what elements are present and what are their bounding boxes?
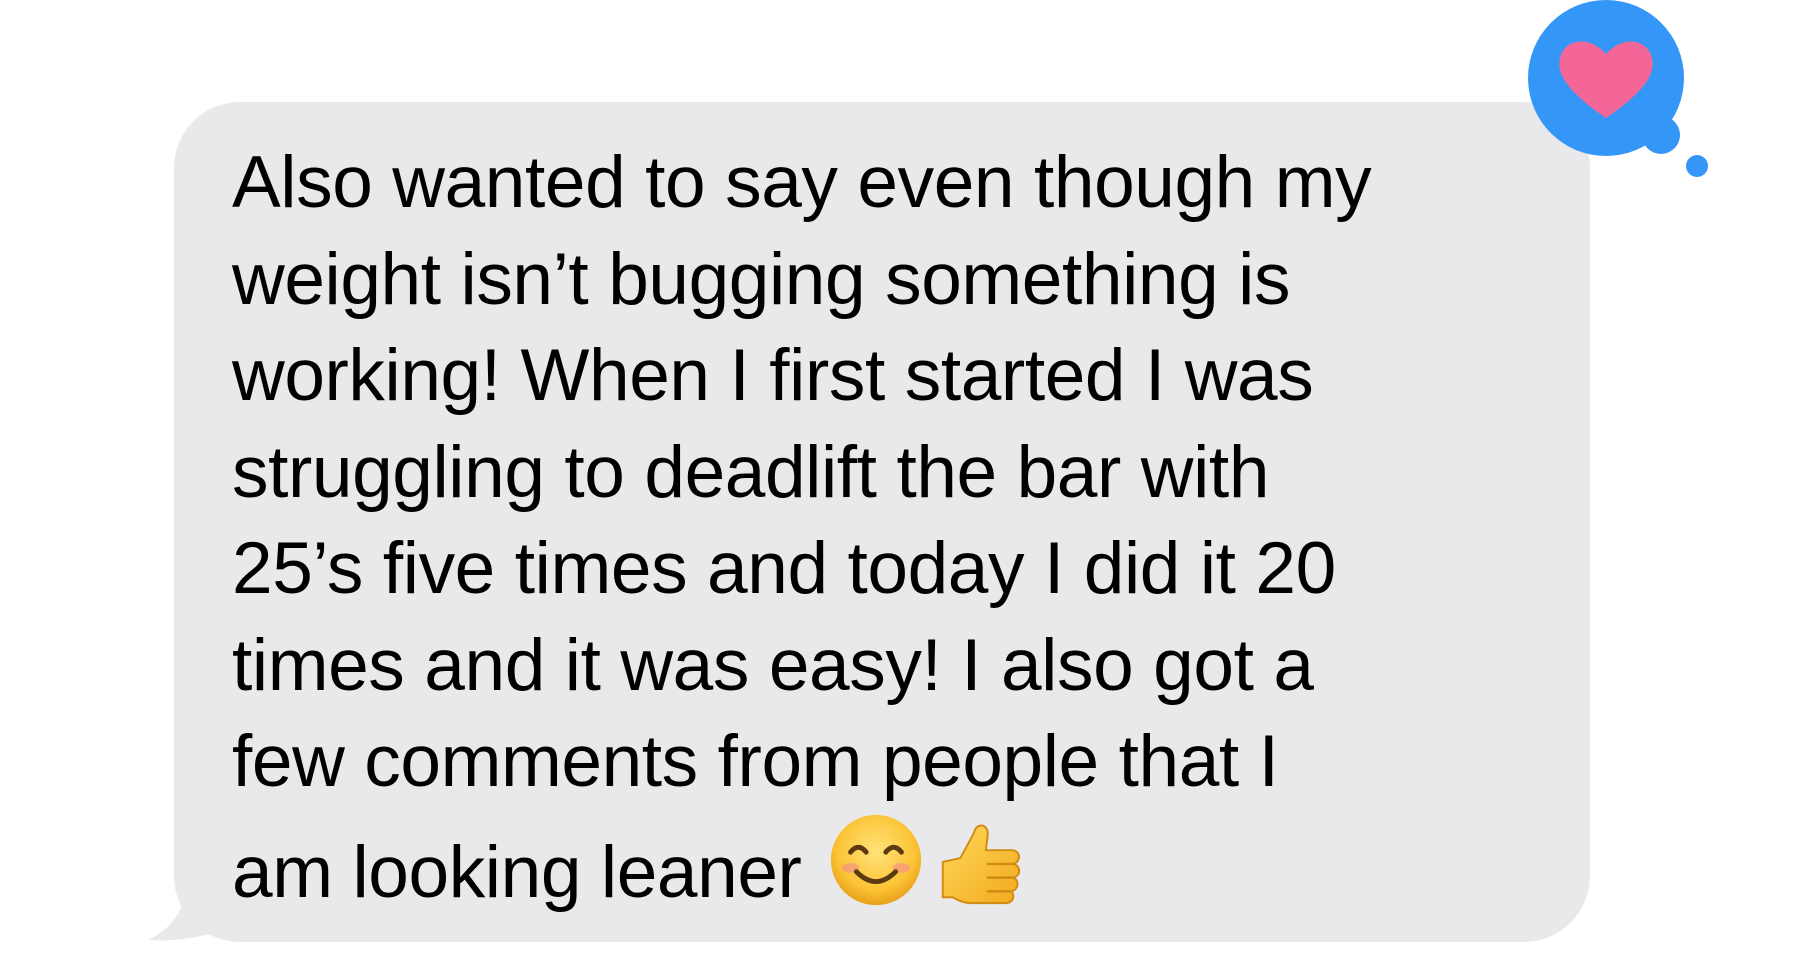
thumbs-up-icon [942, 823, 1021, 904]
message-text: Also wanted to say even though my weight… [232, 135, 1572, 921]
message-thread: Also wanted to say even though my weight… [0, 0, 1800, 980]
smiling-face-icon [831, 814, 922, 905]
tapback-reaction[interactable] [1528, 0, 1718, 190]
message-body: Also wanted to say even though my weight… [232, 142, 1372, 913]
